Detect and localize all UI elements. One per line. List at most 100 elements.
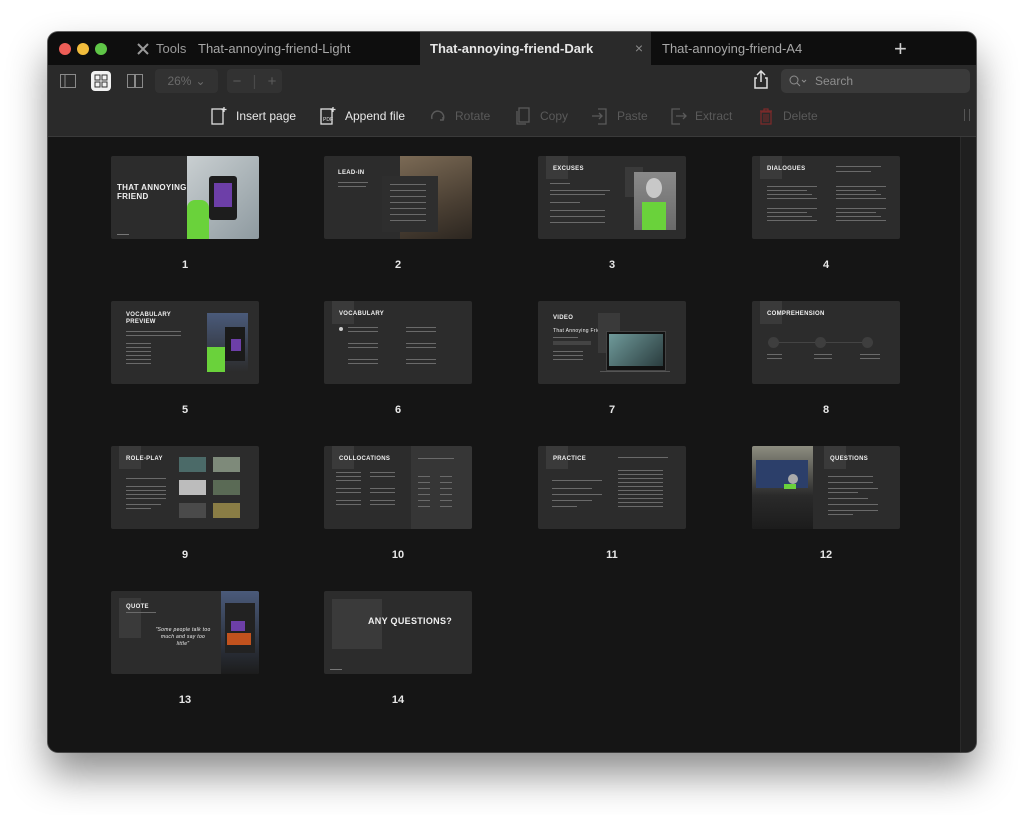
svg-text:PDF: PDF xyxy=(323,117,333,123)
page-thumbnail[interactable]: COMPREHENSION xyxy=(752,301,900,384)
slide-image xyxy=(187,156,259,239)
grid-icon xyxy=(94,74,108,88)
slide-title: EXCUSES xyxy=(553,166,584,172)
slide-quote: "Some people talk too much and say too l… xyxy=(155,627,211,647)
page-thumbnail[interactable]: PRACTICE xyxy=(538,446,686,529)
tab-dark[interactable]: That-annoying-friend-Dark × xyxy=(420,32,651,65)
zoom-value: 26% xyxy=(167,74,192,88)
sidebar-icon xyxy=(60,74,76,88)
trash-icon xyxy=(760,108,772,125)
slide-title: THAT ANNOYING FRIEND xyxy=(117,183,187,201)
slide-footer xyxy=(330,669,342,670)
tab-bar: Tools That-annoying-friend-Light That-an… xyxy=(48,32,976,65)
page-number: 3 xyxy=(608,259,616,271)
chevron-down-icon: ⌄ xyxy=(195,74,206,88)
zoom-select[interactable]: 26% ⌄ xyxy=(155,69,218,93)
slide-title: QUESTIONS xyxy=(830,456,869,462)
slide-title: ANY QUESTIONS? xyxy=(368,616,453,626)
share-icon[interactable] xyxy=(752,70,770,90)
page-thumbnail[interactable]: ROLE-PLAY xyxy=(111,446,259,529)
tools-icon xyxy=(137,42,149,55)
zoom-out-button[interactable]: − xyxy=(233,73,242,90)
page-number: 5 xyxy=(181,404,189,416)
page-thumbnail[interactable]: THAT ANNOYING FRIEND xyxy=(111,156,259,239)
page-thumbnail[interactable]: EXCUSES xyxy=(538,156,686,239)
toolbar: 26% ⌄ − | + Insert page PDF Append file … xyxy=(48,65,976,137)
page-number: 9 xyxy=(181,549,189,561)
delete-button[interactable]: Delete xyxy=(757,105,818,127)
page-thumbnail[interactable]: VOCABULARY xyxy=(324,301,472,384)
grid-view-button[interactable] xyxy=(91,71,111,91)
slide-title: QUOTE xyxy=(126,604,149,610)
slide-title: COMPREHENSION xyxy=(767,311,825,317)
slide-image xyxy=(207,313,248,372)
append-file-button[interactable]: PDF Append file xyxy=(319,105,405,127)
vertical-scrollbar[interactable] xyxy=(960,137,976,752)
page-thumbnail[interactable]: VOCABULARY PREVIEW xyxy=(111,301,259,384)
tab-label: That-annoying-friend-Dark xyxy=(430,41,594,56)
page-number: 1 xyxy=(181,259,189,271)
rotate-button[interactable]: Rotate xyxy=(429,105,490,127)
page-number: 12 xyxy=(819,549,833,561)
append-pdf-icon: PDF xyxy=(320,107,336,125)
page-number: 4 xyxy=(822,259,830,271)
copy-icon xyxy=(516,107,530,125)
page-grid: THAT ANNOYING FRIEND 1 LEAD-IN 2 EXCUSES… xyxy=(48,137,960,752)
page-thumbnail[interactable]: COLLOCATIONS xyxy=(324,446,472,529)
slide-title: VOCABULARY PREVIEW xyxy=(126,312,172,325)
slide-title: LEAD-IN xyxy=(338,170,365,176)
zoom-window-button[interactable] xyxy=(95,43,107,55)
zoom-stepper: − | + xyxy=(227,69,282,93)
slide-footer xyxy=(117,234,129,235)
minimize-window-button[interactable] xyxy=(77,43,89,55)
extract-icon xyxy=(671,108,687,125)
slide-image xyxy=(221,591,259,674)
copy-label: Copy xyxy=(540,109,569,123)
page-thumbnail[interactable]: VIDEO That Annoying Friend xyxy=(538,301,686,384)
page-thumbnail[interactable]: LEAD-IN xyxy=(324,156,472,239)
search-field[interactable] xyxy=(781,69,970,93)
tools-label: Tools xyxy=(156,41,187,56)
app-window: Tools That-annoying-friend-Light That-an… xyxy=(48,32,976,752)
insert-page-icon xyxy=(211,107,227,125)
close-window-button[interactable] xyxy=(59,43,71,55)
append-file-label: Append file xyxy=(345,109,406,123)
two-page-icon xyxy=(127,74,143,88)
page-actions: Insert page PDF Append file Rotate Copy … xyxy=(48,105,976,131)
new-tab-button[interactable]: + xyxy=(894,36,907,62)
insert-page-label: Insert page xyxy=(236,109,297,123)
two-page-view-button[interactable] xyxy=(125,71,145,91)
page-number: 2 xyxy=(394,259,402,271)
slide-title: COLLOCATIONS xyxy=(339,456,391,462)
page-number: 10 xyxy=(391,549,405,561)
page-thumbnail[interactable]: QUOTE "Some people talk too much and say… xyxy=(111,591,259,674)
search-input[interactable] xyxy=(813,73,957,89)
page-number: 8 xyxy=(822,404,830,416)
extract-label: Extract xyxy=(695,109,733,123)
insert-page-button[interactable]: Insert page xyxy=(210,105,296,127)
sidebar-view-button[interactable] xyxy=(58,71,78,91)
tab-a4[interactable]: That-annoying-friend-A4 xyxy=(662,32,802,65)
zoom-in-button[interactable]: + xyxy=(268,73,277,90)
toolbar-overflow-handle[interactable] xyxy=(964,109,970,121)
extract-button[interactable]: Extract xyxy=(669,105,732,127)
tab-label: That-annoying-friend-A4 xyxy=(662,41,803,56)
rotate-icon xyxy=(430,110,445,121)
page-thumbnail[interactable]: QUESTIONS xyxy=(752,446,900,529)
close-tab-icon[interactable]: × xyxy=(635,40,643,56)
rotate-label: Rotate xyxy=(455,109,491,123)
slide-title: ROLE-PLAY xyxy=(126,456,163,462)
tab-light[interactable]: That-annoying-friend-Light xyxy=(198,32,350,65)
video-laptop xyxy=(606,331,666,371)
page-thumbnail[interactable]: ANY QUESTIONS? xyxy=(324,591,472,674)
page-number: 7 xyxy=(608,404,616,416)
tools-button[interactable]: Tools xyxy=(136,41,186,56)
page-number: 14 xyxy=(391,694,405,706)
delete-label: Delete xyxy=(783,109,818,123)
paste-button[interactable]: Paste xyxy=(591,105,648,127)
page-thumbnail[interactable]: DIALOGUES xyxy=(752,156,900,239)
slide-image xyxy=(634,172,676,230)
copy-button[interactable]: Copy xyxy=(514,105,568,127)
paste-icon xyxy=(592,108,607,125)
slide-list-panel xyxy=(382,176,438,232)
